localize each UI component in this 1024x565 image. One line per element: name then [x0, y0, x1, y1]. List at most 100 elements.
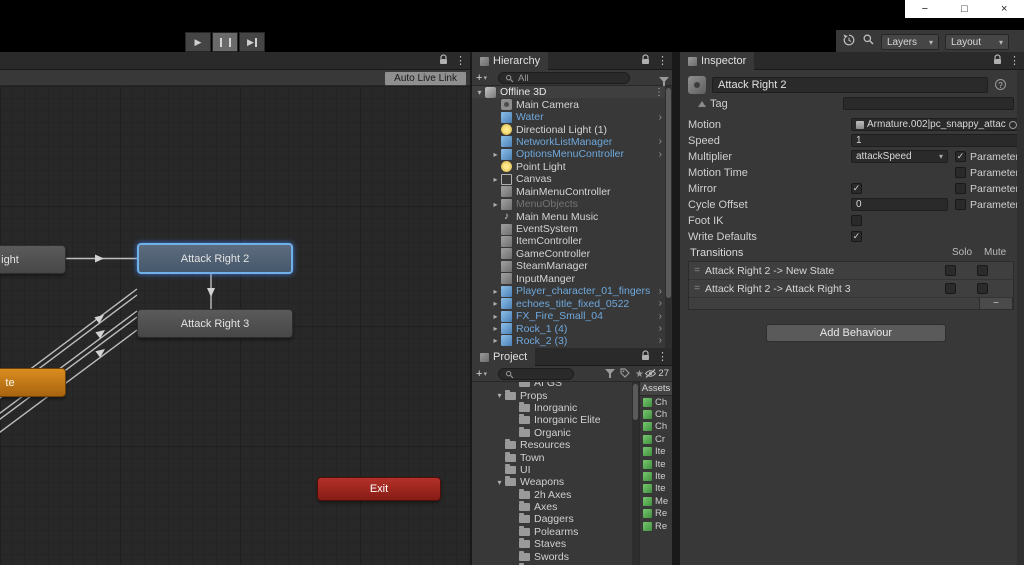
- minimize-button[interactable]: −: [905, 0, 945, 18]
- panel-menu-icon[interactable]: ⋮: [657, 348, 668, 366]
- hierarchy-item[interactable]: NetworkListManager ›: [472, 136, 672, 148]
- panel-menu-icon[interactable]: ⋮: [657, 52, 668, 70]
- hierarchy-item[interactable]: ▸ echoes_title_fixed_0522 ›: [472, 297, 672, 309]
- project-folder[interactable]: UI: [472, 464, 632, 476]
- hierarchy-item[interactable]: ▸ Player_character_01_fingers ›: [472, 285, 672, 297]
- search-by-type-icon[interactable]: [605, 365, 615, 383]
- object-picker-icon[interactable]: [1009, 121, 1017, 129]
- asset-item[interactable]: Cr: [640, 433, 672, 445]
- mute-checkbox[interactable]: [977, 283, 988, 294]
- lock-icon[interactable]: [641, 52, 650, 70]
- mute-checkbox[interactable]: [977, 265, 988, 276]
- hierarchy-item[interactable]: ▸ Rock_2 (3) ›: [472, 335, 672, 347]
- prefab-open-chevron-icon[interactable]: ›: [659, 335, 662, 346]
- asset-item[interactable]: Me: [640, 495, 672, 507]
- motion-object-field[interactable]: Armature.002|pc_snappy_attack: [851, 118, 1022, 131]
- scrollbar-thumb[interactable]: [633, 384, 638, 420]
- hierarchy-item[interactable]: ▸ MenuObjects: [472, 198, 672, 210]
- solo-checkbox[interactable]: [945, 265, 956, 276]
- expand-arrow-icon[interactable]: ▾: [494, 391, 505, 400]
- state-node-attack-right-3[interactable]: Attack Right 3: [137, 309, 293, 338]
- layout-dropdown[interactable]: Layout▾: [945, 34, 1009, 50]
- expand-arrow-icon[interactable]: ▾: [474, 88, 485, 97]
- project-folder[interactable]: Staves: [472, 538, 632, 550]
- prefab-open-chevron-icon[interactable]: ›: [659, 323, 662, 334]
- hierarchy-item[interactable]: ▸ FX_Fire_Small_04 ›: [472, 310, 672, 322]
- project-folder[interactable]: 2h Axes: [472, 489, 632, 501]
- auto-live-link-button[interactable]: Auto Live Link: [384, 71, 467, 86]
- hierarchy-item[interactable]: ▾ Offline 3D ⋮: [472, 86, 672, 98]
- project-folder[interactable]: Daggers: [472, 513, 632, 525]
- expand-arrow-icon[interactable]: ▸: [490, 175, 501, 184]
- expand-arrow-icon[interactable]: ▸: [490, 299, 501, 308]
- expand-arrow-icon[interactable]: ▸: [490, 287, 501, 296]
- play-button[interactable]: ▶: [185, 32, 211, 52]
- state-machine-graph[interactable]: ight Attack Right 2 Attack Right 3 te Ex…: [0, 86, 470, 565]
- lock-icon[interactable]: [641, 348, 650, 366]
- favorites-star-icon[interactable]: ★: [635, 369, 644, 380]
- hidden-packages-counter[interactable]: 27: [645, 368, 669, 379]
- prefab-open-chevron-icon[interactable]: ›: [659, 286, 662, 297]
- expand-arrow-icon[interactable]: ▸: [490, 336, 501, 345]
- hierarchy-item[interactable]: ♪ Main Menu Music: [472, 210, 672, 222]
- motion-time-parameter-checkbox[interactable]: [955, 167, 966, 178]
- expand-arrow-icon[interactable]: ▸: [490, 324, 501, 333]
- project-folder[interactable]: Resources: [472, 439, 632, 451]
- hierarchy-item[interactable]: Main Camera: [472, 98, 672, 110]
- solo-checkbox[interactable]: [945, 283, 956, 294]
- hierarchy-item[interactable]: ▸ OptionsMenuController ›: [472, 148, 672, 160]
- expand-arrow-icon[interactable]: ▾: [494, 478, 505, 487]
- hierarchy-item[interactable]: ▸ Rock_1 (4) ›: [472, 322, 672, 334]
- search-icon[interactable]: [862, 33, 875, 51]
- prefab-open-chevron-icon[interactable]: ›: [659, 311, 662, 322]
- hierarchy-item[interactable]: Point Light: [472, 161, 672, 173]
- hierarchy-item[interactable]: Directional Light (1): [472, 123, 672, 135]
- step-button[interactable]: ▶: [239, 32, 265, 52]
- state-node-exit[interactable]: Exit: [317, 477, 441, 501]
- asset-item[interactable]: Ite: [640, 458, 672, 470]
- project-scrollbar[interactable]: [632, 382, 639, 565]
- project-folder[interactable]: Swords: [472, 550, 632, 562]
- asset-item[interactable]: Ite: [640, 470, 672, 482]
- hierarchy-item[interactable]: MainMenuController: [472, 186, 672, 198]
- expand-arrow-icon[interactable]: ▸: [490, 312, 501, 321]
- hierarchy-item[interactable]: GameController: [472, 248, 672, 260]
- asset-item[interactable]: Re: [640, 508, 672, 520]
- prefab-open-chevron-icon[interactable]: ›: [659, 298, 662, 309]
- project-search-input[interactable]: [498, 368, 574, 380]
- state-node-partial-left[interactable]: ight: [0, 245, 66, 274]
- expand-arrow-icon[interactable]: ▸: [490, 200, 501, 209]
- undo-history-icon[interactable]: [842, 33, 856, 52]
- create-asset-button[interactable]: +▾: [476, 367, 487, 380]
- pause-button[interactable]: [212, 32, 238, 52]
- remove-transition-button[interactable]: −: [979, 298, 1013, 310]
- drag-handle-icon[interactable]: =: [689, 265, 705, 276]
- asset-item[interactable]: Ch: [640, 408, 672, 420]
- project-folder[interactable]: Polearms: [472, 526, 632, 538]
- prefab-open-chevron-icon[interactable]: ›: [659, 112, 662, 123]
- layers-dropdown[interactable]: Layers▾: [881, 34, 939, 50]
- tab-project[interactable]: Project: [472, 348, 535, 366]
- expand-arrow-icon[interactable]: ▸: [490, 150, 501, 159]
- prefab-open-chevron-icon[interactable]: ›: [659, 136, 662, 147]
- state-name-input[interactable]: [712, 77, 988, 93]
- project-folder[interactable]: AI GS: [472, 382, 632, 389]
- cycle-offset-parameter-checkbox[interactable]: [955, 199, 966, 210]
- panel-menu-icon[interactable]: ⋮: [1009, 52, 1020, 70]
- close-button[interactable]: ×: [984, 0, 1024, 18]
- hierarchy-item[interactable]: SteamManager: [472, 260, 672, 272]
- state-node-partial-orange[interactable]: te: [0, 368, 66, 397]
- asset-item[interactable]: Ite: [640, 483, 672, 495]
- project-folder[interactable]: Axes: [472, 501, 632, 513]
- hierarchy-item[interactable]: InputManger: [472, 273, 672, 285]
- help-icon[interactable]: ?: [995, 79, 1006, 90]
- transition-row[interactable]: = Attack Right 2 -> Attack Right 3: [689, 280, 1013, 298]
- panel-menu-icon[interactable]: ⋮: [455, 52, 466, 70]
- add-behaviour-button[interactable]: Add Behaviour: [766, 324, 946, 342]
- write-defaults-checkbox[interactable]: ✓: [851, 231, 862, 242]
- scene-options-icon[interactable]: ⋮: [654, 87, 664, 98]
- transition-row[interactable]: = Attack Right 2 -> New State: [689, 262, 1013, 280]
- multiplier-parameter-checkbox[interactable]: ✓: [955, 151, 966, 162]
- prefab-open-chevron-icon[interactable]: ›: [659, 149, 662, 160]
- foot-ik-checkbox[interactable]: [851, 215, 862, 226]
